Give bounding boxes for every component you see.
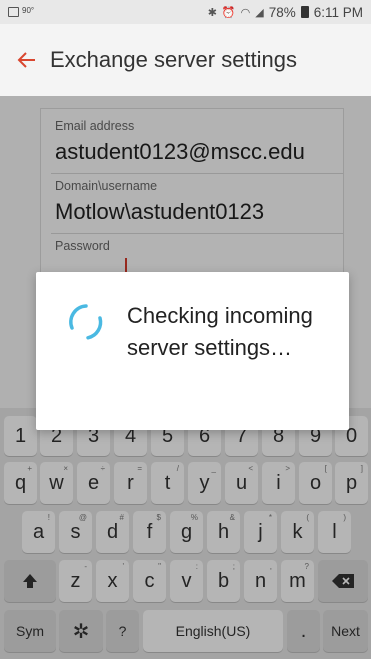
arrow-left-icon: [17, 52, 35, 68]
temperature-text: 90°: [22, 5, 35, 15]
signal-icon: ◢: [255, 6, 264, 19]
progress-dialog: Checking incoming server settings…: [36, 272, 349, 430]
alarm-icon: ⏰: [221, 6, 236, 19]
bluetooth-icon: ✱: [207, 6, 217, 19]
battery-charging-icon: [300, 6, 309, 18]
back-button[interactable]: [4, 37, 50, 83]
page-title: Exchange server settings: [50, 47, 298, 72]
gallery-notification-icon: [8, 7, 19, 17]
clock: 6:11 PM: [313, 4, 363, 20]
status-bar: 90° ✱ ⏰ ◠ ◢ 78% 6:11 PM: [0, 0, 371, 24]
battery-percent: 78%: [268, 4, 296, 20]
dialog-message: Checking incoming server settings…: [127, 303, 313, 360]
wifi-icon: ◠: [240, 6, 251, 19]
app-bar: Exchange server settings: [0, 24, 371, 96]
loading-spinner-icon: [69, 304, 103, 340]
